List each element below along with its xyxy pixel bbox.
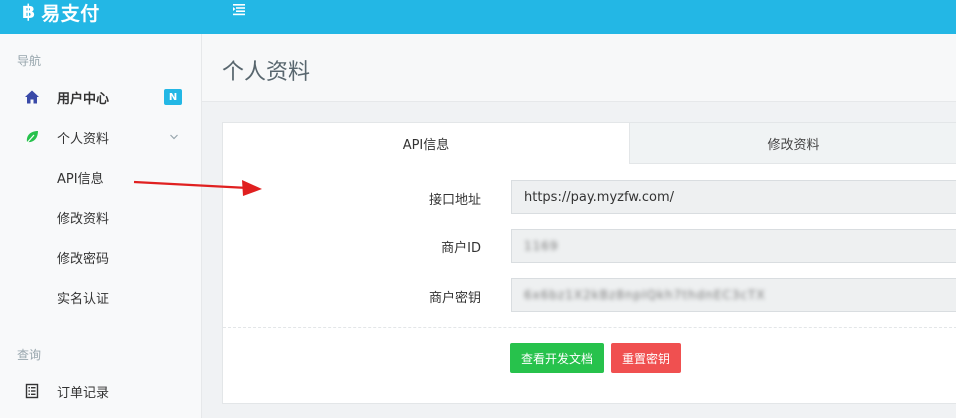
new-badge: N bbox=[164, 89, 182, 105]
merchant-key-value: 6x6bz1X2kBz8npIQkh7thdnEC3cTX bbox=[524, 288, 766, 302]
sidebar-item-edit-profile[interactable]: 修改资料 bbox=[0, 199, 202, 235]
view-docs-button[interactable]: 查看开发文档 bbox=[510, 343, 604, 373]
sidebar-item-label: 实名认证 bbox=[57, 291, 110, 307]
section-title-nav: 导航 bbox=[17, 54, 42, 68]
sidebar-item-label: 订单记录 bbox=[57, 385, 110, 401]
sidebar-item-orders[interactable]: 订单记录 bbox=[0, 373, 202, 409]
red-arrow-annotation-icon bbox=[133, 180, 262, 196]
api-url-value: https://pay.myzfw.com/ bbox=[524, 189, 675, 205]
sidebar-item-label: 个人资料 bbox=[57, 131, 110, 147]
merchant-id-label: 商户ID bbox=[441, 241, 481, 256]
page-title: 个人资料 bbox=[222, 60, 311, 85]
sidebar-item-user-center[interactable]: 用户中心 N bbox=[0, 79, 202, 115]
sidebar-item-label: 用户中心 bbox=[57, 91, 110, 107]
sidebar-item-label: 修改密码 bbox=[57, 251, 110, 267]
sidebar-item-label: API信息 bbox=[57, 171, 104, 187]
merchant-id-field[interactable]: 1169 bbox=[511, 229, 956, 263]
list-icon bbox=[25, 383, 39, 399]
merchant-key-field[interactable]: 6x6bz1X2kBz8npIQkh7thdnEC3cTX bbox=[511, 278, 956, 312]
api-info-card: API信息 修改资料 接口地址 https://pay.myzfw.com/ 商… bbox=[222, 122, 956, 404]
tab-api-info[interactable]: API信息 bbox=[223, 123, 629, 164]
section-title-query: 查询 bbox=[17, 348, 42, 362]
sidebar-item-profile[interactable]: 个人资料 bbox=[0, 119, 202, 155]
merchant-id-value: 1169 bbox=[524, 239, 559, 253]
menu-toggle-icon[interactable] bbox=[230, 2, 248, 18]
chevron-down-icon bbox=[170, 134, 178, 140]
reset-key-button[interactable]: 重置密钥 bbox=[611, 343, 681, 373]
leaf-icon bbox=[25, 131, 38, 145]
home-icon bbox=[25, 90, 39, 104]
form-divider bbox=[223, 327, 956, 328]
sidebar-item-change-password[interactable]: 修改密码 bbox=[0, 239, 202, 275]
bitcoin-logo-icon: ฿ bbox=[22, 0, 36, 23]
sidebar: 导航 用户中心 N 个人资料 API信息 修改资料 修改密码 实名认证 查询 订… bbox=[0, 34, 202, 418]
sidebar-item-label: 修改资料 bbox=[57, 211, 110, 227]
brand-name: 易支付 bbox=[41, 2, 100, 25]
brand[interactable]: ฿ 易支付 bbox=[0, 0, 202, 34]
tab-edit-profile[interactable]: 修改资料 bbox=[629, 123, 956, 164]
merchant-key-label: 商户密钥 bbox=[428, 291, 481, 306]
api-url-field[interactable]: https://pay.myzfw.com/ bbox=[511, 180, 956, 214]
page-header: 个人资料 bbox=[202, 34, 956, 102]
api-url-label: 接口地址 bbox=[428, 193, 481, 208]
sidebar-item-real-name[interactable]: 实名认证 bbox=[0, 279, 202, 315]
